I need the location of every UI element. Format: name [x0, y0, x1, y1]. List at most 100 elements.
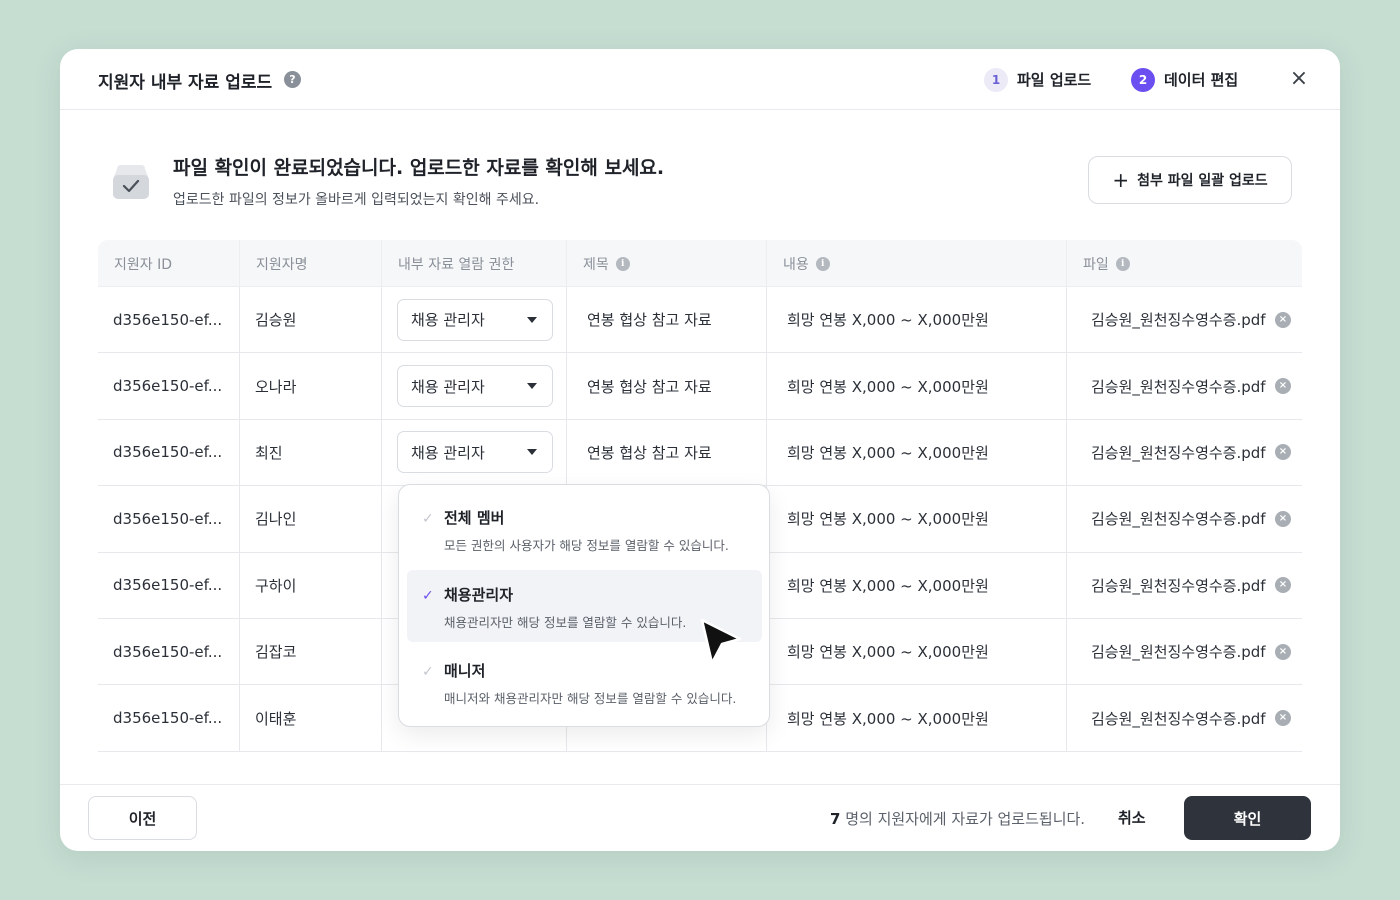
table-row: d356e150-ef... 최진 채용 관리자 연봉 협상 참고 자료 희망 연봉 X… — [98, 419, 1302, 487]
bulk-upload-button[interactable]: + 첨부 파일 일괄 업로드 — [1088, 156, 1292, 204]
file-cell: 김승원_원천징수영수증.pdf × — [1067, 486, 1302, 551]
option-description: 매니저와 채용관리자만 해당 정보를 열람할 수 있습니다. — [444, 691, 737, 706]
document-content: 희망 연봉 X,000 ~ X,000만원 — [767, 618, 1067, 685]
document-content: 희망 연봉 X,000 ~ X,000만원 — [767, 486, 1067, 552]
permission-value: 채용 관리자 — [411, 443, 485, 462]
mouse-cursor-icon — [700, 618, 742, 665]
remove-file-icon[interactable]: × — [1275, 510, 1291, 527]
step-number: 1 — [984, 67, 1008, 92]
file-cell: 김승원_원천징수영수증.pdf × — [1067, 287, 1302, 352]
permission-cell: 채용 관리자 — [382, 353, 567, 419]
file-name: 김승원_원천징수영수증.pdf — [1091, 709, 1266, 728]
document-content: 희망 연봉 X,000 ~ X,000만원 — [767, 419, 1067, 486]
caret-down-icon — [527, 316, 537, 323]
file-name: 김승원_원천징수영수증.pdf — [1091, 510, 1266, 529]
step-file-upload: 1 파일 업로드 — [984, 67, 1091, 92]
bulk-upload-label: 첨부 파일 일괄 업로드 — [1137, 173, 1268, 189]
modal-title: 지원자 내부 자료 업로드 — [98, 73, 273, 93]
confirm-button[interactable]: 확인 — [1184, 796, 1311, 840]
applicant-name: 구하이 — [240, 552, 382, 618]
summary-count: 7 — [830, 810, 841, 828]
applicant-name: 이태훈 — [240, 685, 382, 751]
step-label: 파일 업로드 — [1017, 71, 1092, 89]
column-header-permission: 내부 자료 열람 권한 — [382, 240, 567, 287]
column-header-label: 제목 — [583, 256, 609, 273]
upload-modal: 지원자 내부 자료 업로드 ? 1 파일 업로드 2 데이터 편집 × 파일 확… — [60, 49, 1340, 851]
file-cell: 김승원_원천징수영수증.pdf × — [1067, 353, 1302, 418]
file-cell: 김승원_원천징수영수증.pdf × — [1067, 553, 1302, 618]
help-icon[interactable]: ? — [284, 71, 301, 88]
document-content: 희망 연봉 X,000 ~ X,000만원 — [767, 353, 1067, 419]
file-cell: 김승원_원천징수영수증.pdf × — [1067, 619, 1302, 684]
check-icon: ✓ — [422, 511, 434, 527]
applicant-id: d356e150-ef... — [98, 287, 240, 353]
document-content: 희망 연봉 X,000 ~ X,000만원 — [767, 287, 1067, 353]
applicant-id: d356e150-ef... — [98, 618, 240, 685]
file-name: 김승원_원천징수영수증.pdf — [1091, 377, 1266, 396]
permission-value: 채용 관리자 — [411, 377, 485, 396]
applicant-name: 김승원 — [240, 287, 382, 353]
summary-text: 명의 지원자에게 자료가 업로드됩니다. — [840, 810, 1086, 828]
applicant-name: 김나인 — [240, 486, 382, 552]
applicant-name: 오나라 — [240, 353, 382, 419]
option-title: 채용관리자 — [444, 586, 514, 604]
option-description: 채용관리자만 해당 정보를 열람할 수 있습니다. — [444, 615, 687, 630]
option-all-members[interactable]: ✓ 전체 멤버 모든 권한의 사용자가 해당 정보를 열람할 수 있습니다. — [407, 493, 762, 565]
table-header: 지원자 ID 지원자명 내부 자료 열람 권한 제목 i 내용 i 파일 i — [98, 240, 1302, 287]
remove-file-icon[interactable]: × — [1275, 710, 1291, 727]
column-header-label: 파일 — [1083, 256, 1109, 273]
column-header-file: 파일 i — [1067, 240, 1302, 287]
cancel-button[interactable]: 취소 — [1118, 807, 1146, 828]
column-header-title: 제목 i — [567, 240, 767, 287]
remove-file-icon[interactable]: × — [1275, 444, 1291, 461]
file-name: 김승원_원천징수영수증.pdf — [1091, 576, 1266, 595]
document-content: 희망 연봉 X,000 ~ X,000만원 — [767, 552, 1067, 618]
upload-summary: 7 명의 지원자에게 자료가 업로드됩니다. — [830, 808, 1085, 829]
applicant-id: d356e150-ef... — [98, 353, 240, 419]
permission-dropdown-menu: ✓ 전체 멤버 모든 권한의 사용자가 해당 정보를 열람할 수 있습니다. ✓… — [398, 484, 770, 727]
applicant-id: d356e150-ef... — [98, 685, 240, 751]
document-title: 연봉 협상 참고 자료 — [567, 419, 767, 486]
applicant-id: d356e150-ef... — [98, 419, 240, 486]
column-header-content: 내용 i — [767, 240, 1067, 287]
table-row: d356e150-ef... 김승원 채용 관리자 연봉 협상 참고 자료 희망 연봉 … — [98, 287, 1302, 354]
info-icon[interactable]: i — [815, 256, 830, 271]
caret-down-icon — [527, 449, 537, 456]
column-header-id: 지원자 ID — [98, 240, 240, 287]
applicant-name: 김잡코 — [240, 618, 382, 685]
info-icon[interactable]: i — [1115, 256, 1130, 271]
step-data-edit: 2 데이터 편집 — [1131, 67, 1238, 92]
step-number: 2 — [1131, 67, 1155, 92]
file-name: 김승원_원천징수영수증.pdf — [1091, 643, 1266, 662]
check-icon: ✓ — [422, 664, 434, 680]
column-header-label: 내용 — [783, 256, 809, 273]
banner-subtitle: 업로드한 파일의 정보가 올바르게 입력되었는지 확인해 주세요. — [173, 192, 540, 208]
close-icon[interactable]: × — [1288, 68, 1310, 90]
banner-title: 파일 확인이 완료되었습니다. 업로드한 자료를 확인해 보세요. — [173, 157, 665, 179]
plus-icon: + — [1112, 168, 1130, 192]
option-description: 모든 권한의 사용자가 해당 정보를 열람할 수 있습니다. — [444, 538, 729, 553]
modal-footer: 이전 7 명의 지원자에게 자료가 업로드됩니다. 취소 확인 — [60, 784, 1340, 851]
file-name: 김승원_원천징수영수증.pdf — [1091, 311, 1266, 330]
permission-cell: 채용 관리자 — [382, 419, 567, 486]
remove-file-icon[interactable]: × — [1275, 577, 1291, 594]
step-label: 데이터 편집 — [1164, 71, 1239, 89]
permission-select[interactable]: 채용 관리자 — [397, 298, 553, 341]
remove-file-icon[interactable]: × — [1275, 378, 1291, 395]
document-title: 연봉 협상 참고 자료 — [567, 353, 767, 419]
permission-select[interactable]: 채용 관리자 — [397, 431, 553, 474]
option-title: 매니저 — [444, 662, 486, 680]
previous-button[interactable]: 이전 — [88, 796, 197, 840]
applicant-name: 최진 — [240, 419, 382, 486]
file-cell: 김승원_원천징수영수증.pdf × — [1067, 685, 1302, 750]
remove-file-icon[interactable]: × — [1275, 643, 1291, 660]
column-header-name: 지원자명 — [240, 240, 382, 287]
permission-select[interactable]: 채용 관리자 — [397, 365, 553, 408]
applicant-id: d356e150-ef... — [98, 486, 240, 552]
modal-header: 지원자 내부 자료 업로드 ? 1 파일 업로드 2 데이터 편집 × — [60, 49, 1340, 110]
caret-down-icon — [527, 383, 537, 390]
option-title: 전체 멤버 — [444, 509, 505, 527]
remove-file-icon[interactable]: × — [1275, 311, 1291, 328]
permission-cell: 채용 관리자 — [382, 287, 567, 353]
info-icon[interactable]: i — [615, 256, 630, 271]
